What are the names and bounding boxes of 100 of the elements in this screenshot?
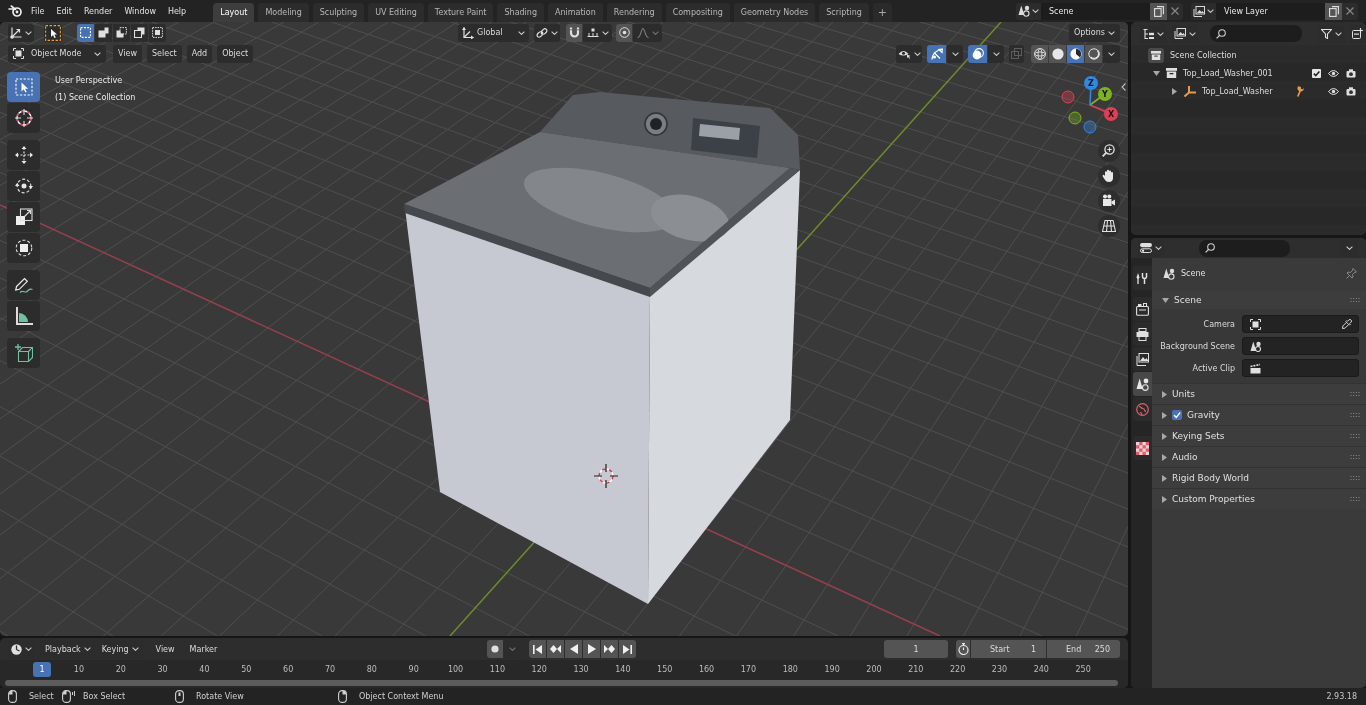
funnel-icon (1321, 28, 1332, 39)
3d-viewport[interactable] (0, 22, 1128, 636)
frame-number: 240 (1032, 664, 1050, 674)
chain-link-icon (536, 26, 548, 39)
outliner-item-label[interactable]: Top_Load_Washer (1202, 86, 1273, 96)
tool-button[interactable] (7, 338, 40, 368)
3d-cursor-icon[interactable] (593, 463, 619, 489)
end-frame-field[interactable]: End 250 (1047, 640, 1120, 658)
search-field[interactable] (1210, 25, 1302, 42)
negative-axis-dot[interactable] (1061, 90, 1075, 104)
checkbox[interactable] (1311, 68, 1321, 78)
eyedropper-icon[interactable] (1342, 319, 1352, 329)
properties-tab[interactable] (1133, 297, 1152, 321)
tool-button[interactable] (7, 270, 40, 300)
menu-item[interactable]: Edit (50, 2, 78, 20)
start-frame-field[interactable]: Start 1 (971, 640, 1046, 658)
workspace-tab[interactable]: Scripting (819, 3, 869, 22)
jump-start-button[interactable] (529, 640, 547, 658)
axis-dot[interactable] (1098, 87, 1112, 101)
jump-end-button[interactable] (619, 640, 637, 658)
unlink-button[interactable] (1167, 2, 1183, 20)
scrollbar[interactable] (5, 680, 1118, 686)
shortcut-hint: Object Context Menu (359, 692, 444, 701)
negative-axis-dot[interactable] (1083, 120, 1097, 134)
frame-number: 110 (488, 664, 506, 674)
add-workspace-button[interactable]: + (872, 3, 893, 22)
input-field[interactable] (1242, 337, 1359, 355)
properties-tab[interactable] (1133, 436, 1152, 460)
washing-machine-drawing[interactable] (404, 92, 800, 604)
frame-number: 170 (739, 664, 758, 674)
arrow-curve-icon (930, 47, 943, 60)
shortcut-hint: Box Select (83, 692, 126, 701)
copy-button[interactable] (1325, 2, 1342, 20)
input-field[interactable] (1242, 359, 1359, 377)
workspace-tab[interactable]: Layout (213, 3, 255, 22)
auto-keying-toggle[interactable] (487, 640, 504, 658)
menu-item[interactable]: Marker (183, 640, 224, 658)
input-field[interactable] (1242, 315, 1359, 333)
workspace-tab[interactable]: Geometry Nodes (733, 3, 816, 22)
properties-tab[interactable] (1133, 372, 1152, 396)
preview-range-toggle[interactable] (956, 640, 970, 658)
wrench-icon[interactable] (1296, 85, 1304, 97)
current-frame-field[interactable]: 1 (884, 640, 948, 658)
magnet-icon (568, 27, 580, 38)
play-reverse-button[interactable] (565, 640, 583, 658)
workspace-tab[interactable]: Shading (497, 3, 544, 22)
tool-button[interactable] (7, 202, 40, 232)
rendered-sphere-icon (1087, 47, 1100, 60)
dot-circle-icon (618, 27, 630, 38)
menu-item[interactable]: Window (118, 2, 162, 20)
scene-browse-button[interactable] (1016, 2, 1041, 20)
axis-dot[interactable] (1084, 76, 1098, 90)
workspace-tab[interactable]: Sculpting (312, 3, 365, 22)
workspace-tab[interactable]: Rendering (606, 3, 662, 22)
menu-item[interactable]: View (149, 640, 181, 658)
camera-icon[interactable] (1346, 86, 1356, 96)
workspace-tab[interactable]: UV Editing (368, 3, 424, 22)
negative-axis-dot[interactable] (1068, 111, 1082, 125)
eye-icon[interactable] (1328, 87, 1339, 95)
tool-button[interactable] (7, 301, 40, 331)
expanded-arrow-icon[interactable] (1152, 70, 1160, 76)
sidebar-toggle-icon[interactable] (1121, 83, 1126, 91)
collapsed-arrow-icon[interactable] (1171, 87, 1177, 95)
workspace-tab[interactable]: Compositing (665, 3, 730, 22)
scene-name-field[interactable]: Scene (1041, 2, 1150, 20)
properties-tab[interactable] (1133, 347, 1152, 371)
workspace-tab[interactable]: Animation (548, 3, 603, 22)
outliner-item-label[interactable]: Scene Collection (1170, 50, 1237, 60)
copy-button[interactable] (1150, 2, 1167, 20)
unlink-button[interactable] (1342, 2, 1358, 20)
camera-icon[interactable] (1346, 68, 1356, 78)
next-keyframe-button[interactable] (601, 640, 619, 658)
eye-icon[interactable] (1328, 69, 1339, 77)
tool-button[interactable] (7, 103, 40, 133)
tool-button[interactable] (7, 140, 40, 170)
menu-item[interactable]: Help (161, 2, 193, 20)
copy-icon (1153, 5, 1164, 17)
play-button[interactable] (583, 640, 601, 658)
menu-item[interactable]: Render (77, 2, 119, 20)
view-layer-browse-button[interactable] (1191, 2, 1216, 20)
falloff-curve-icon (636, 27, 649, 38)
properties-tab[interactable] (1133, 266, 1152, 290)
tool-button[interactable] (7, 171, 40, 201)
workspace-tab[interactable]: Texture Paint (427, 3, 494, 22)
checkbox[interactable] (1172, 410, 1182, 420)
view-layer-name-field[interactable]: View Layer (1216, 2, 1325, 20)
tool-button[interactable] (7, 233, 40, 263)
properties-tab[interactable] (1133, 322, 1152, 346)
caret-icon (913, 51, 921, 56)
frame-number: 120 (530, 664, 548, 674)
outliner-item-label[interactable]: Top_Load_Washer_001 (1183, 68, 1273, 78)
current-frame-marker[interactable]: 1 (33, 661, 51, 677)
field-label: Camera (1202, 319, 1235, 329)
pin-icon[interactable] (1346, 268, 1357, 279)
menu-item[interactable]: File (25, 2, 51, 20)
search-field[interactable] (1199, 239, 1290, 257)
previous-keyframe-button[interactable] (547, 640, 565, 658)
workspace-tab[interactable]: Modeling (258, 3, 309, 22)
context-label: Scene (1181, 269, 1206, 278)
caret-icon (951, 51, 959, 56)
